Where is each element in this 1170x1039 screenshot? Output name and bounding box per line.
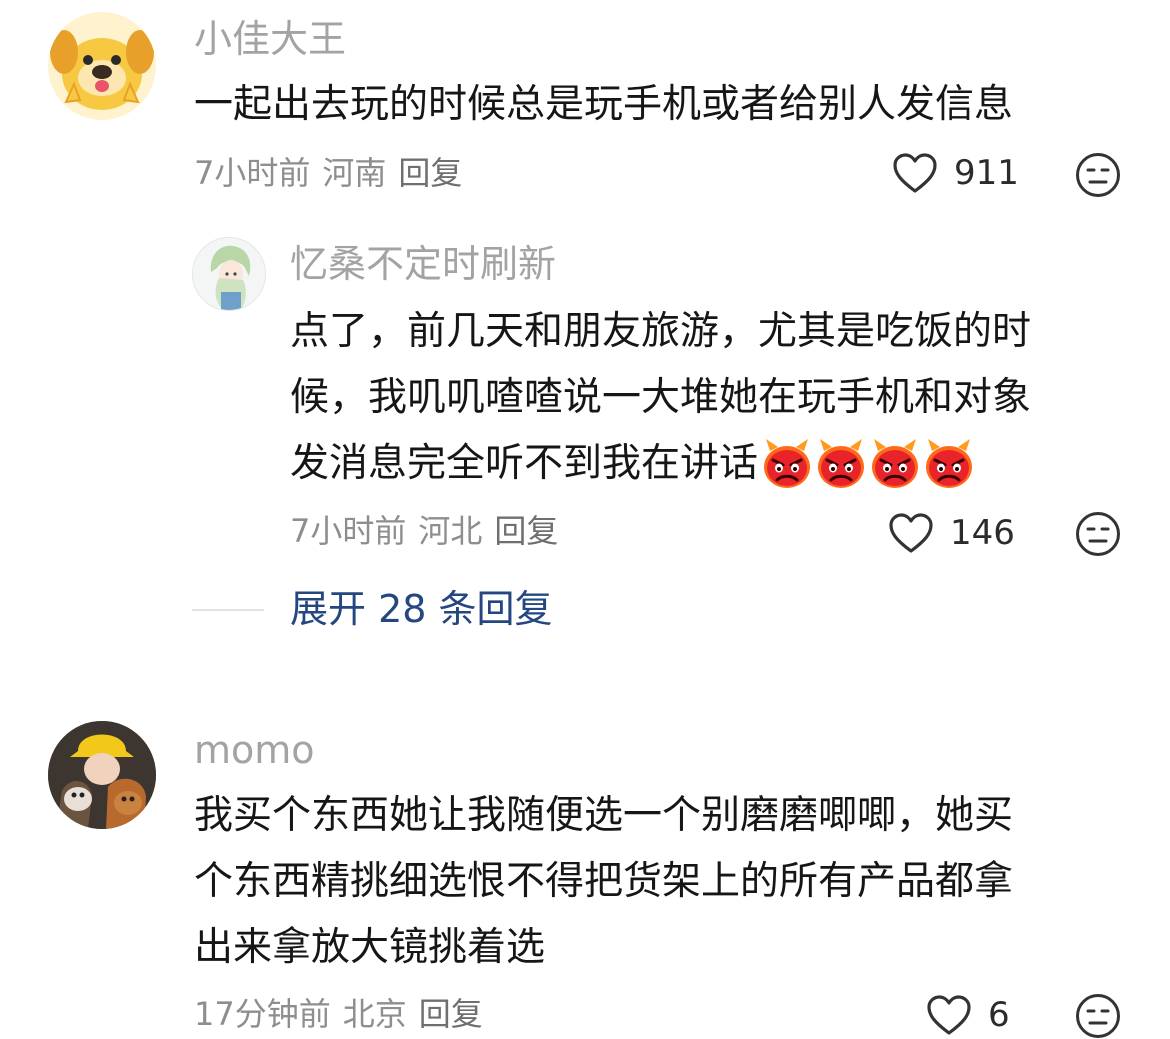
reply-text: 点了，前几天和朋友旅游，尤其是吃饭的时 候，我叽叽喳喳说一大堆她在玩手机和对象 … [290, 299, 1130, 497]
comment-text: 我买个东西她让我随便选一个别磨磨唧唧，她买 个东西精挑细选恨不得把货架上的所有产… [194, 783, 1134, 981]
angry-devil-emoji-icon [922, 437, 976, 491]
dog-face-icon [48, 12, 156, 120]
heart-icon [889, 513, 933, 553]
anime-girl-icon [193, 238, 265, 310]
girl-with-dogs-avatar[interactable] [48, 721, 156, 829]
heart-icon [893, 153, 937, 193]
angry-devil-emoji-icon [868, 437, 922, 491]
reply-location: 河北 [418, 512, 483, 550]
reply-meta: 7小时前 河北 回复 [290, 511, 570, 551]
like-count: 911 [954, 153, 1019, 193]
comment-text-line: 出来拿放大镜挑着选 [194, 925, 546, 970]
comment-location: 河南 [322, 154, 387, 192]
expand-divider [192, 609, 264, 611]
comment-username[interactable]: 小佳大王 [194, 17, 346, 61]
anime-character-avatar[interactable] [192, 237, 266, 311]
dislike-face-icon[interactable] [1075, 511, 1121, 557]
reply-username[interactable]: 忆桑不定时刷新 [290, 242, 556, 286]
emoji-row [760, 437, 976, 491]
like-button[interactable]: 911 [892, 152, 1019, 194]
comment-time: 7小时前 [194, 154, 311, 192]
comment-meta: 7小时前 河南 回复 [194, 153, 474, 193]
reply-text-last-line: 发消息完全听不到我在讲话 [290, 431, 1130, 497]
reply-button[interactable]: 回复 [494, 512, 558, 550]
comment-text-line: 我买个东西她让我随便选一个别磨磨唧唧，她买 [194, 793, 1014, 838]
like-button[interactable]: 6 [926, 994, 1010, 1036]
like-button[interactable]: 146 [888, 512, 1015, 554]
dislike-face-icon[interactable] [1075, 993, 1121, 1039]
comment-username[interactable]: momo [194, 728, 315, 772]
angry-devil-emoji-icon [814, 437, 868, 491]
like-count: 146 [950, 513, 1015, 553]
reply-text-line: 候，我叽叽喳喳说一大堆她在玩手机和对象 [290, 375, 1032, 420]
comment-meta: 17分钟前 北京 回复 [194, 994, 495, 1034]
expand-replies-button[interactable]: 展开 28 条回复 [290, 586, 553, 632]
comment-text: 一起出去玩的时候总是玩手机或者给别人发信息 [194, 82, 1014, 127]
yellow-dog-avatar[interactable] [48, 12, 156, 120]
reply-button[interactable]: 回复 [419, 995, 483, 1033]
reply-text-line: 点了，前几天和朋友旅游，尤其是吃饭的时 [290, 309, 1032, 354]
comment-location: 北京 [342, 995, 407, 1033]
dislike-face-icon[interactable] [1075, 152, 1121, 198]
girl-with-dogs-icon [48, 721, 156, 829]
reply-text-line: 发消息完全听不到我在讲话 [290, 441, 759, 486]
comment-time: 17分钟前 [194, 995, 331, 1033]
reply-button[interactable]: 回复 [398, 154, 462, 192]
heart-icon [927, 995, 971, 1035]
comment-text-line: 个东西精挑细选恨不得把货架上的所有产品都拿 [194, 859, 1014, 904]
angry-devil-emoji-icon [760, 437, 814, 491]
like-count: 6 [988, 995, 1010, 1035]
reply-time: 7小时前 [290, 512, 407, 550]
